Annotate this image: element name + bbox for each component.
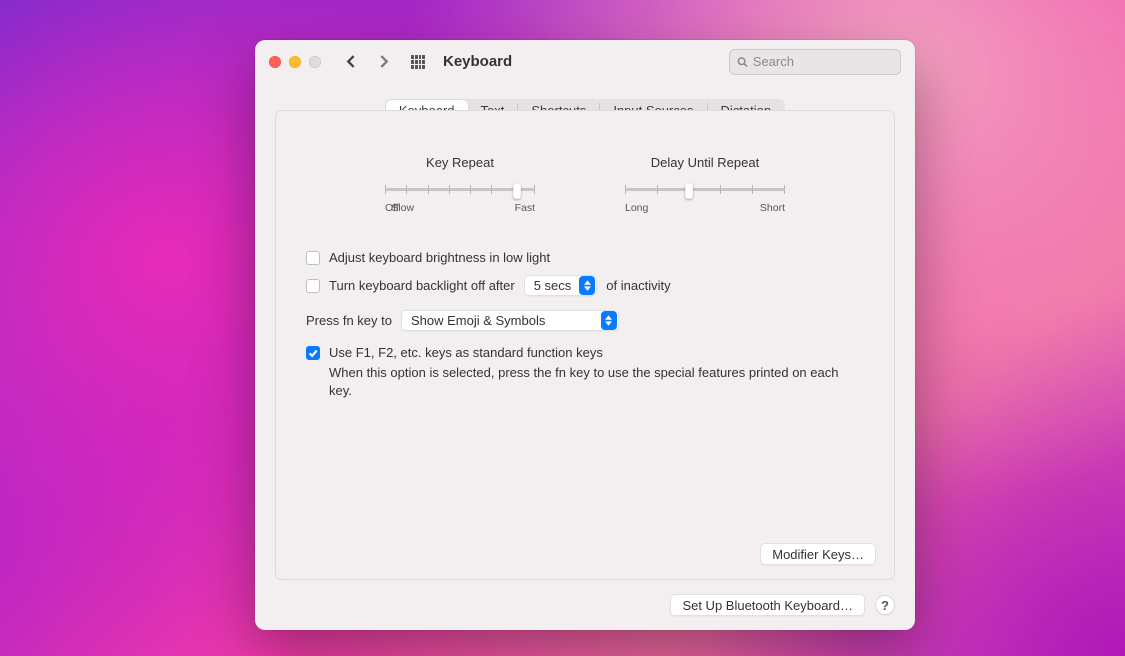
keyboard-panel: Key Repeat Off Slow Fast Delay Until Rep… xyxy=(275,110,895,580)
backlight-off-prefix: Turn keyboard backlight off after xyxy=(329,278,515,293)
window-toolbar: Keyboard xyxy=(255,40,915,83)
bluetooth-keyboard-button[interactable]: Set Up Bluetooth Keyboard… xyxy=(670,594,865,616)
fn-key-row: Press fn key to Show Emoji & Symbols xyxy=(306,310,864,331)
key-repeat-thumb[interactable] xyxy=(513,183,521,199)
content-area: Keyboard Text Shortcuts Input Sources Di… xyxy=(275,83,895,580)
backlight-off-row: Turn keyboard backlight off after 5 secs… xyxy=(306,275,864,296)
window-footer: Set Up Bluetooth Keyboard… ? xyxy=(255,594,915,630)
backlight-off-suffix: of inactivity xyxy=(606,278,670,293)
traffic-lights xyxy=(269,56,321,68)
search-input[interactable] xyxy=(753,54,893,69)
delay-repeat-long-label: Long xyxy=(625,202,648,214)
key-repeat-slow-label: Slow xyxy=(391,202,414,214)
function-keys-row: Use F1, F2, etc. keys as standard functi… xyxy=(306,345,864,360)
close-window-button[interactable] xyxy=(269,56,281,68)
delay-repeat-title: Delay Until Repeat xyxy=(625,155,785,170)
adjust-brightness-checkbox[interactable] xyxy=(306,251,320,265)
fn-key-select[interactable]: Show Emoji & Symbols xyxy=(401,310,619,331)
key-repeat-slider-block: Key Repeat Off Slow Fast xyxy=(385,155,535,214)
adjust-brightness-row: Adjust keyboard brightness in low light xyxy=(306,250,864,265)
search-icon xyxy=(737,56,748,68)
delay-repeat-slider-block: Delay Until Repeat Long Short xyxy=(625,155,785,214)
function-keys-help: When this option is selected, press the … xyxy=(329,364,839,400)
apps-grid-icon xyxy=(411,55,425,69)
show-all-prefs-button[interactable] xyxy=(407,51,429,73)
key-repeat-fast-label: Fast xyxy=(515,202,535,214)
key-repeat-title: Key Repeat xyxy=(385,155,535,170)
help-button[interactable]: ? xyxy=(875,595,895,615)
preferences-window: Keyboard Keyboard Text Shortcuts Input S… xyxy=(255,40,915,630)
delay-repeat-short-label: Short xyxy=(760,202,785,214)
fn-key-prefix: Press fn key to xyxy=(306,313,392,328)
select-arrows-icon xyxy=(601,311,617,330)
checkmark-icon xyxy=(308,348,318,358)
delay-repeat-slider[interactable] xyxy=(625,180,785,198)
question-mark-icon: ? xyxy=(881,598,889,613)
forward-button[interactable] xyxy=(371,50,395,74)
backlight-off-checkbox[interactable] xyxy=(306,279,320,293)
function-keys-label: Use F1, F2, etc. keys as standard functi… xyxy=(329,345,603,360)
select-arrows-icon xyxy=(579,276,595,295)
modifier-keys-button[interactable]: Modifier Keys… xyxy=(760,543,876,565)
fn-key-select-value: Show Emoji & Symbols xyxy=(402,313,600,328)
minimize-window-button[interactable] xyxy=(289,56,301,68)
search-field[interactable] xyxy=(729,49,901,75)
key-repeat-slider[interactable] xyxy=(385,180,535,198)
back-button[interactable] xyxy=(339,50,363,74)
zoom-window-button[interactable] xyxy=(309,56,321,68)
delay-repeat-thumb[interactable] xyxy=(685,183,693,199)
backlight-off-select-value: 5 secs xyxy=(525,278,579,293)
function-keys-checkbox[interactable] xyxy=(306,346,320,360)
chevron-left-icon xyxy=(345,55,358,68)
window-title: Keyboard xyxy=(443,53,512,70)
chevron-right-icon xyxy=(377,55,390,68)
backlight-off-select[interactable]: 5 secs xyxy=(524,275,598,296)
adjust-brightness-label: Adjust keyboard brightness in low light xyxy=(329,250,550,265)
